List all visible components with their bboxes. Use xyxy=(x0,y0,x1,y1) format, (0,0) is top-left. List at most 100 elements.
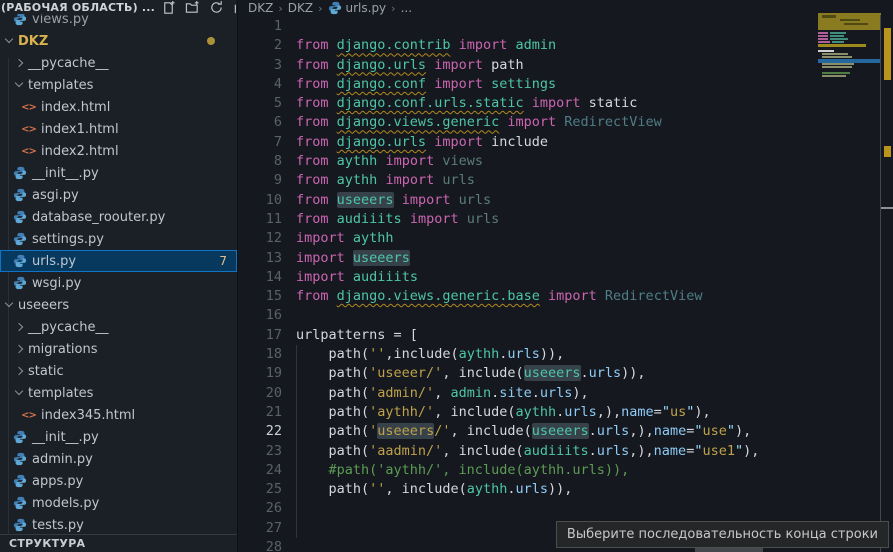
tree-item--init-py[interactable]: __init__.py xyxy=(0,426,237,448)
chevron-down-icon xyxy=(14,80,24,90)
code-line-8[interactable]: 8from aythh import views xyxy=(238,152,893,171)
code-line-9[interactable]: 9from aythh import urls xyxy=(238,171,893,190)
python-file-icon xyxy=(12,430,27,444)
line-number: 20 xyxy=(238,384,282,403)
breadcrumb-item[interactable]: DKZ xyxy=(248,1,273,15)
tree-item-label: tests.py xyxy=(32,518,84,533)
breadcrumb-item-label: DKZ xyxy=(288,1,313,15)
new-folder-icon[interactable] xyxy=(185,0,200,15)
code-line-2[interactable]: 2from django.contrib import admin xyxy=(238,36,893,55)
tree-item-urls-py[interactable]: urls.py7 xyxy=(0,250,237,272)
tree-item-dkz[interactable]: DKZ xyxy=(0,30,237,52)
code-line-10[interactable]: 10from useeers import urls xyxy=(238,191,893,210)
html-file-icon: <> xyxy=(21,146,36,157)
tree-item--pycache-[interactable]: __pycache__ xyxy=(0,316,237,338)
new-file-icon[interactable] xyxy=(161,0,176,15)
code-line-11[interactable]: 11from audiiits import urls xyxy=(238,210,893,229)
code-line-7[interactable]: 7from django.urls import include xyxy=(238,133,893,152)
line-number: 6 xyxy=(238,113,282,132)
python-file-icon xyxy=(12,12,27,26)
code-line-16[interactable]: 16 xyxy=(238,306,893,325)
tree-item-templates[interactable]: templates xyxy=(0,74,237,96)
chevron-down-icon xyxy=(4,300,14,310)
code-text: path('useeers/', include(useeers.urls,),… xyxy=(296,422,751,441)
code-line-22[interactable]: 22 path('useeers/', include(useeers.urls… xyxy=(238,422,893,441)
breadcrumb-separator-icon: › xyxy=(318,2,322,15)
collapse-all-icon[interactable] xyxy=(233,0,237,15)
code-line-24[interactable]: 24 #path('aythh/', include(aythh.urls)), xyxy=(238,461,893,480)
tree-item-templates[interactable]: templates xyxy=(0,382,237,404)
code-line-23[interactable]: 23 path('aadmin/', include(audiiits.urls… xyxy=(238,442,893,461)
chevron-right-icon xyxy=(14,322,24,332)
tree-item-index2-html[interactable]: <>index2.html xyxy=(0,140,237,162)
line-number: 17 xyxy=(238,326,282,345)
tree-item-label: index345.html xyxy=(41,408,135,423)
tree-item-index1-html[interactable]: <>index1.html xyxy=(0,118,237,140)
tree-item-index345-html[interactable]: <>index345.html xyxy=(0,404,237,426)
refresh-icon[interactable] xyxy=(209,0,224,15)
tree-item--pycache-[interactable]: __pycache__ xyxy=(0,52,237,74)
code-line-5[interactable]: 5from django.conf.urls.static import sta… xyxy=(238,94,893,113)
breadcrumb[interactable]: DKZ›DKZ›urls.py›... xyxy=(238,0,893,16)
code-area[interactable]: 12from django.contrib import admin3from … xyxy=(238,16,893,552)
code-line-4[interactable]: 4from django.conf import settings xyxy=(238,75,893,94)
statusbar-eol-button[interactable] xyxy=(695,548,763,552)
code-line-19[interactable]: 19 path('useeer/', include(useeers.urls)… xyxy=(238,364,893,383)
python-file-icon xyxy=(12,452,27,466)
code-line-20[interactable]: 20 path('admin/', admin.site.urls), xyxy=(238,384,893,403)
chevron-down-icon xyxy=(4,36,14,46)
minimap[interactable] xyxy=(818,13,881,83)
code-line-17[interactable]: 17 urlpatterns = [ xyxy=(238,326,893,345)
file-tree: views.pyDKZ__pycache__templates<>index.h… xyxy=(0,8,237,536)
code-line-12[interactable]: 12import aythh xyxy=(238,229,893,248)
tree-item-tests-py[interactable]: tests.py xyxy=(0,514,237,536)
line-number: 1 xyxy=(238,17,282,36)
chevron-right-icon xyxy=(14,344,24,354)
breadcrumb-item-label: urls.py xyxy=(346,1,387,15)
code-line-1[interactable]: 1 xyxy=(238,17,893,36)
code-line-6[interactable]: 6from django.views.generic import Redire… xyxy=(238,113,893,132)
code-line-25[interactable]: 25 path('', include(aythh.urls)), xyxy=(238,480,893,499)
python-file-icon xyxy=(13,496,27,510)
python-file-icon xyxy=(13,276,27,290)
breadcrumb-item[interactable]: ... xyxy=(401,1,412,15)
tree-item-migrations[interactable]: migrations xyxy=(0,338,237,360)
tree-item-label: admin.py xyxy=(32,452,93,467)
tree-item-label: useeers xyxy=(18,298,69,313)
code-line-3[interactable]: 3from django.urls import path xyxy=(238,56,893,75)
tree-item-apps-py[interactable]: apps.py xyxy=(0,470,237,492)
line-number: 22 xyxy=(238,422,282,441)
code-text: import useeers xyxy=(296,249,410,268)
tree-item-database-roouter-py[interactable]: database_roouter.py xyxy=(0,206,237,228)
tree-item-admin-py[interactable]: admin.py xyxy=(0,448,237,470)
code-text: urlpatterns = [ xyxy=(296,326,418,345)
line-number: 27 xyxy=(238,519,282,538)
breadcrumb-item[interactable]: DKZ xyxy=(288,1,313,15)
explorer-section-header[interactable]: (РАБОЧАЯ ОБЛАСТЬ) ... xyxy=(0,0,237,14)
overview-ruler[interactable] xyxy=(880,15,893,552)
tree-item-index-html[interactable]: <>index.html xyxy=(0,96,237,118)
code-line-15[interactable]: 15from django.views.generic.base import … xyxy=(238,287,893,306)
code-text: from django.conf.urls.static import stat… xyxy=(296,94,637,113)
breadcrumb-item[interactable]: urls.py xyxy=(328,1,387,15)
outline-section-header[interactable]: СТРУКТУРА xyxy=(0,534,237,552)
tree-item-models-py[interactable]: models.py xyxy=(0,492,237,514)
code-line-13[interactable]: 13import useeers xyxy=(238,249,893,268)
code-line-21[interactable]: 21 path('aythh/', include(aythh.urls,),n… xyxy=(238,403,893,422)
tree-item-wsgi-py[interactable]: wsgi.py xyxy=(0,272,237,294)
tree-item-asgi-py[interactable]: asgi.py xyxy=(0,184,237,206)
tree-item-static[interactable]: static xyxy=(0,360,237,382)
tree-item-label: templates xyxy=(28,78,93,93)
tree-item--init-py[interactable]: __init__.py xyxy=(0,162,237,184)
chevron-right-icon xyxy=(14,366,24,376)
python-file-icon xyxy=(328,1,342,15)
code-text: path('aadmin/', include(audiiits.urls,),… xyxy=(296,442,759,461)
tree-item-useeers[interactable]: useeers xyxy=(0,294,237,316)
line-number: 14 xyxy=(238,268,282,287)
vscode-window: (РАБОЧАЯ ОБЛАСТЬ) ... views.pyDKZ__pycac… xyxy=(0,0,893,552)
code-line-18[interactable]: 18 path('',include(aythh.urls)), xyxy=(238,345,893,364)
code-line-26[interactable]: 26 xyxy=(238,499,893,518)
tree-item-label: __init__.py xyxy=(32,430,99,445)
code-line-14[interactable]: 14import audiiits xyxy=(238,268,893,287)
tree-item-settings-py[interactable]: settings.py xyxy=(0,228,237,250)
